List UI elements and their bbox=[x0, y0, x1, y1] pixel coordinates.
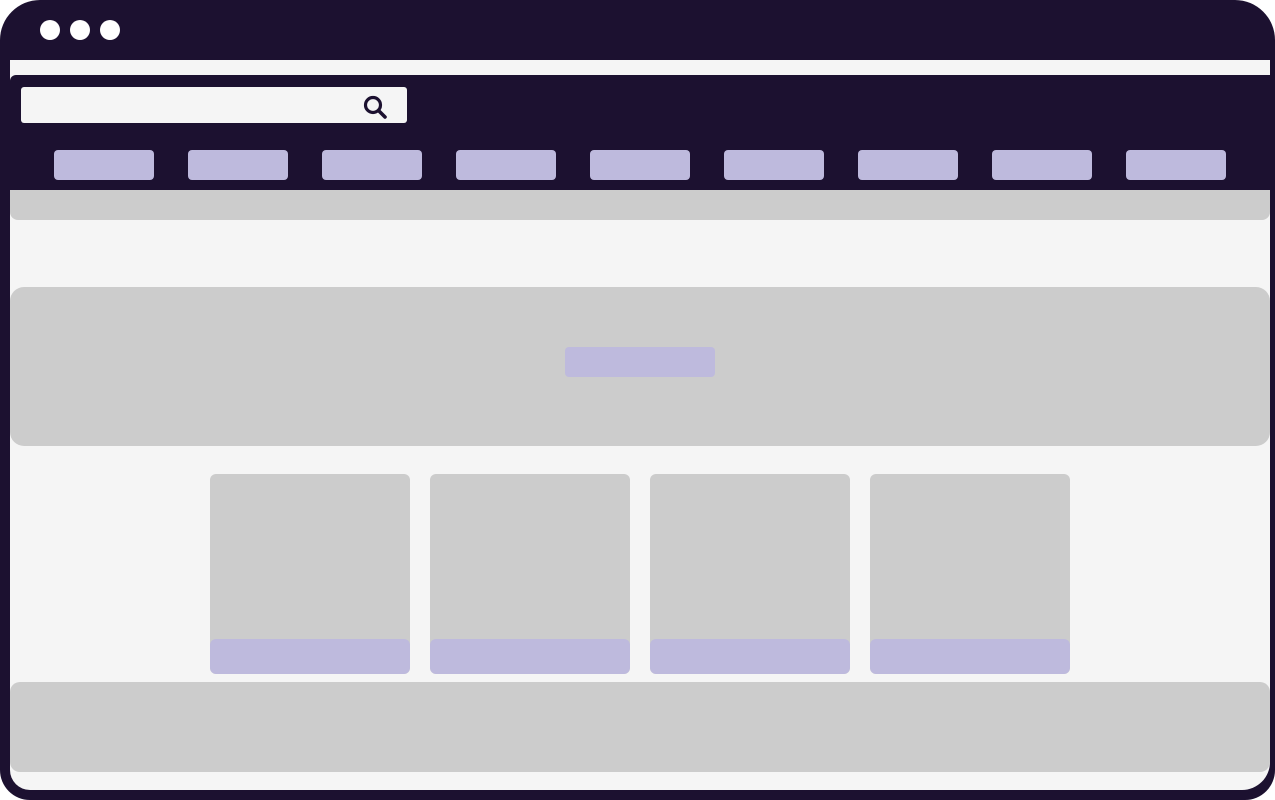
card-footer bbox=[210, 639, 410, 674]
nav-item[interactable] bbox=[188, 150, 288, 180]
product-card[interactable] bbox=[210, 474, 410, 674]
window-maximize-dot-icon[interactable] bbox=[100, 20, 120, 40]
card-footer bbox=[430, 639, 630, 674]
browser-window bbox=[0, 0, 1275, 800]
hero-banner bbox=[10, 287, 1270, 446]
nav-item[interactable] bbox=[724, 150, 824, 180]
nav-item[interactable] bbox=[322, 150, 422, 180]
nav-item[interactable] bbox=[1126, 150, 1226, 180]
nav-item[interactable] bbox=[456, 150, 556, 180]
hero-cta-button[interactable] bbox=[565, 347, 715, 377]
nav-item[interactable] bbox=[992, 150, 1092, 180]
product-card[interactable] bbox=[870, 474, 1070, 674]
product-card[interactable] bbox=[430, 474, 630, 674]
nav-item[interactable] bbox=[590, 150, 690, 180]
sub-header-band bbox=[10, 190, 1270, 220]
nav-item[interactable] bbox=[858, 150, 958, 180]
product-card[interactable] bbox=[650, 474, 850, 674]
nav-item[interactable] bbox=[54, 150, 154, 180]
search-input[interactable] bbox=[21, 87, 407, 123]
card-footer bbox=[650, 639, 850, 674]
page-footer bbox=[10, 682, 1270, 772]
search-icon[interactable] bbox=[363, 95, 389, 121]
nav-bar bbox=[10, 135, 1270, 190]
window-minimize-dot-icon[interactable] bbox=[70, 20, 90, 40]
window-close-dot-icon[interactable] bbox=[40, 20, 60, 40]
page-content bbox=[10, 60, 1270, 790]
card-footer bbox=[870, 639, 1070, 674]
